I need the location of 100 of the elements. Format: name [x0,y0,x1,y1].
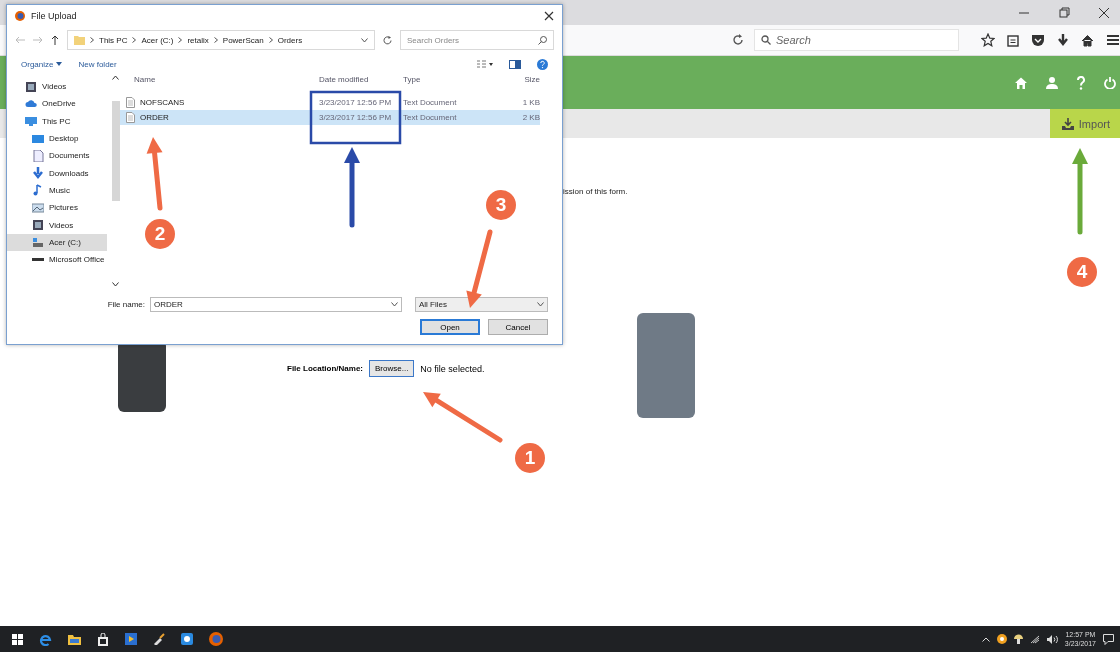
column-header[interactable]: Date modified [319,75,403,84]
caret-icon [56,62,63,66]
fox-logo-icon[interactable] [209,632,223,646]
help-icon[interactable] [537,58,548,70]
open-button[interactable]: Open [420,319,480,335]
round-badge-icon[interactable] [996,634,1007,644]
up-arrow-icon[interactable] [51,35,59,45]
size-text: 2 KB [521,113,540,122]
folder-icon[interactable] [68,633,81,645]
cloud-icon [25,97,37,110]
user-icon[interactable] [1046,76,1058,89]
music-icon [32,184,44,197]
e-icon[interactable] [39,632,52,646]
nav-item[interactable]: Music [7,181,107,200]
paint-brush-icon[interactable] [153,633,165,645]
column-header[interactable]: Size [493,75,540,84]
shield-icon[interactable] [1031,33,1045,47]
file-name-field[interactable]: ORDER [150,297,402,312]
folder-icon [74,35,85,45]
media-player-icon[interactable] [125,633,137,645]
home-icon[interactable] [1081,33,1094,47]
view-options-icon[interactable] [477,60,493,68]
search-field[interactable]: Search Orders [400,30,554,50]
chevron-icon [268,37,273,43]
help-icon[interactable] [1076,75,1086,90]
dropdown-icon[interactable] [361,37,368,43]
chevron-icon [178,37,183,43]
star-icon[interactable] [981,33,995,47]
field-label: File name: [107,300,145,309]
refresh-icon[interactable] [383,35,392,45]
fox-logo-icon [15,11,25,21]
close-icon[interactable] [544,11,554,21]
search-field[interactable]: Search [754,29,959,51]
browse-button[interactable]: Browse... [369,360,415,377]
start-icon[interactable] [12,633,23,645]
chevron-icon [90,37,94,43]
bag-icon[interactable] [97,632,109,646]
address-bar[interactable]: This PC Acer (C:) retalix PowerScan Orders [67,30,375,50]
breadcrumb-item[interactable]: retalix [187,35,209,45]
chevron-icon [132,37,137,43]
dropdown-icon [537,302,544,307]
reload-icon[interactable] [732,34,744,46]
mushroom-icon[interactable] [1013,634,1023,644]
desktop-icon [32,132,44,145]
picture-icon [32,201,44,214]
clipboard-icon[interactable] [1007,33,1019,47]
date-text: 3/23/2017 12:56 PM [319,98,393,107]
nav-item[interactable]: Videos [7,216,107,234]
type-text: Text Document [403,113,458,122]
power-icon[interactable] [1104,76,1116,89]
file-name: ORDER [140,113,169,122]
pc-icon [25,115,37,128]
organize-menu[interactable]: Organize [21,59,63,69]
breadcrumb-item[interactable]: Orders [277,35,303,45]
nav-item[interactable]: Downloads [7,164,107,182]
preview-pane-icon[interactable] [509,59,521,69]
download-tray-icon [1061,117,1074,130]
column-header[interactable]: Name [126,75,319,84]
breadcrumb-item[interactable]: PowerScan [222,35,264,45]
breadcrumb-item[interactable]: This PC [99,35,128,45]
speaker-icon[interactable] [1046,634,1058,644]
doc-icon [32,149,44,162]
new-folder-button[interactable]: New folder [78,59,117,69]
download-icon [32,167,44,180]
nav-item[interactable]: Acer (C:) [7,233,107,251]
file-status: No file selected. [420,363,485,374]
column-header[interactable]: Type [403,75,493,84]
date-text: 3/23/2017 12:56 PM [319,113,393,122]
scroll-down-icon[interactable] [112,282,119,287]
nav-item[interactable]: Pictures [7,199,107,217]
nav-item[interactable]: Desktop [7,129,107,148]
file-name: NOFSCANS [140,98,185,107]
breadcrumb-item[interactable]: Acer (C:) [141,35,174,45]
form-note: ission of this form. [563,187,629,196]
field-label: File Location/Name: [287,364,363,373]
nav-item[interactable]: OneDrive [7,95,107,113]
video-icon [25,80,37,93]
nav-item[interactable]: Documents [7,147,107,165]
file-type-dropdown[interactable]: All Files [415,297,548,312]
file-row[interactable]: ORDER 3/23/2017 12:56 PM Text Document 2 KB [120,110,540,125]
nav-item[interactable]: Microsoft Office [7,250,107,269]
search-icon [761,35,771,45]
scrollbar-thumb[interactable] [111,101,120,201]
restore-icon[interactable] [1058,6,1070,19]
download-icon[interactable] [1057,33,1069,47]
menu-icon[interactable] [1106,34,1120,46]
cancel-button[interactable]: Cancel [488,319,548,335]
text-file-icon [126,112,135,123]
dialog-title: File Upload [31,11,78,21]
file-row[interactable]: NOFSCANS 3/23/2017 12:56 PM Text Document 1 KB [120,95,540,110]
scroll-up-icon[interactable] [112,75,119,80]
search-icon [538,35,547,45]
size-text: 1 KB [521,98,540,107]
notification-icon[interactable] [1103,633,1114,645]
nav-item[interactable]: This PC [7,112,107,130]
close-icon[interactable] [1098,6,1110,19]
chevron-up-icon[interactable] [981,636,990,642]
chevron-icon [213,37,218,43]
nav-item[interactable]: Videos [7,78,107,96]
import-button[interactable]: Import [1049,109,1120,138]
